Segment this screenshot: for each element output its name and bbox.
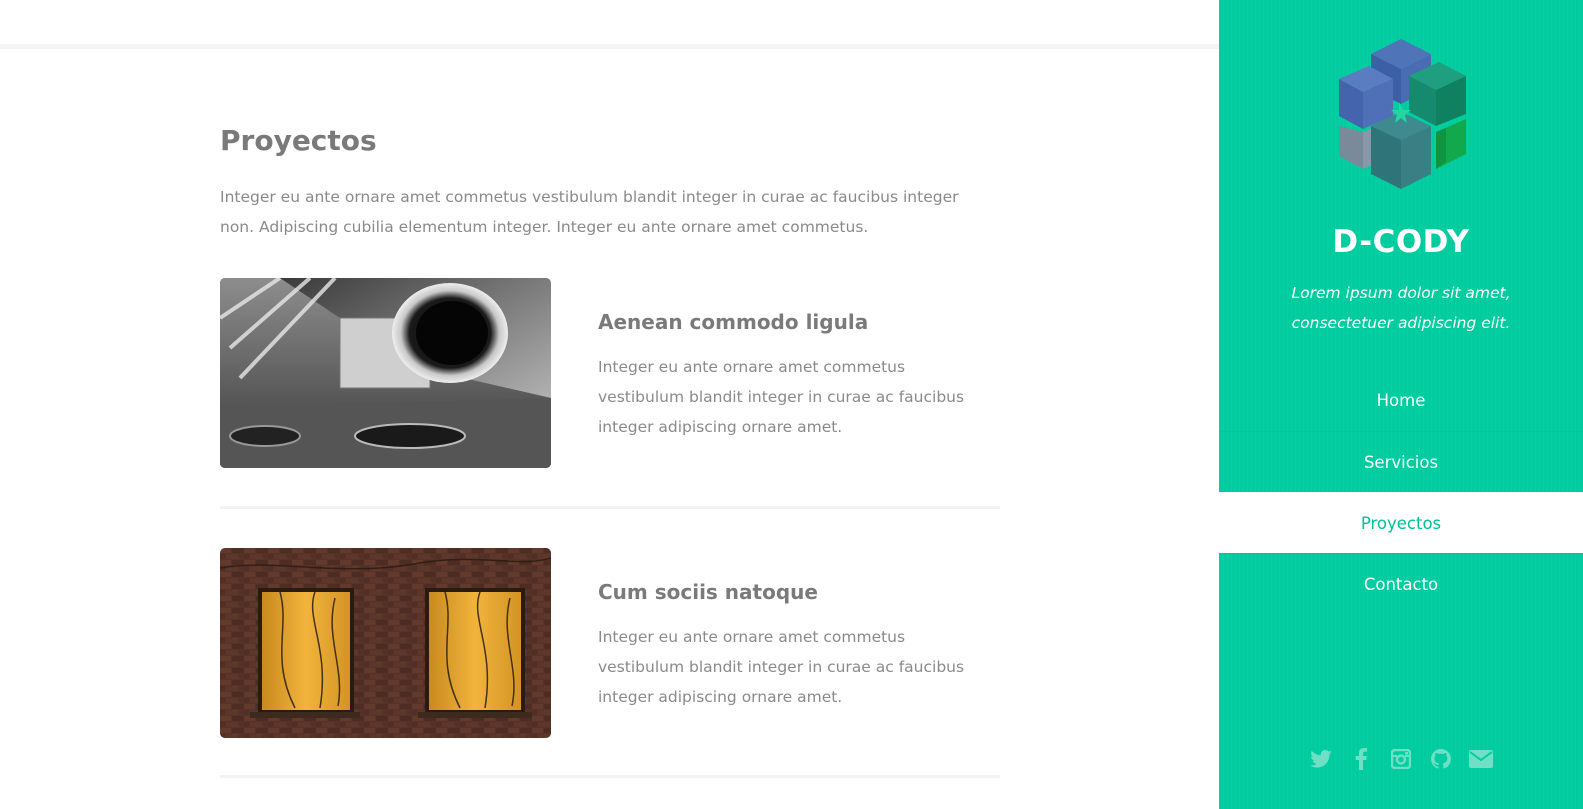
twitter-icon[interactable] <box>1308 746 1334 772</box>
project-text: Integer eu ante ornare amet commetus ves… <box>598 628 965 706</box>
project-title[interactable]: Cum sociis natoque <box>598 580 818 604</box>
brick-windows-image <box>220 548 551 738</box>
nav-item-home[interactable]: Home <box>1219 370 1583 431</box>
jet-engine-image <box>220 278 551 468</box>
facebook-icon[interactable] <box>1348 746 1374 772</box>
project-text: Integer eu ante ornare amet commetus ves… <box>598 358 965 436</box>
brand-name[interactable]: D-CODY <box>1219 224 1583 260</box>
envelope-icon[interactable] <box>1468 746 1494 772</box>
logo[interactable] <box>1331 34 1471 194</box>
project-item[interactable]: Aenean commodo ligula Integer eu ante or… <box>220 278 1000 468</box>
top-rule <box>0 44 1219 49</box>
brand-tagline: Lorem ipsum dolor sit amet, consectetuer… <box>1291 284 1511 332</box>
divider <box>220 775 1000 778</box>
sidebar-nav: Home Servicios Proyectos Contacto <box>1219 370 1583 614</box>
cubes-logo-icon <box>1339 39 1466 189</box>
project-item[interactable]: Cum sociis natoque Integer eu ante ornar… <box>220 548 1000 738</box>
instagram-icon[interactable] <box>1388 746 1414 772</box>
divider <box>220 506 1000 509</box>
page-title: Proyectos <box>220 124 377 157</box>
nav-item-servicios[interactable]: Servicios <box>1219 431 1583 492</box>
nav-item-proyectos[interactable]: Proyectos <box>1219 492 1583 553</box>
social-links <box>1219 746 1583 772</box>
page-intro: Integer eu ante ornare amet commetus ves… <box>220 188 959 236</box>
github-icon[interactable] <box>1428 746 1454 772</box>
project-image-brick-windows[interactable] <box>220 548 551 738</box>
page: Proyectos Integer eu ante ornare amet co… <box>0 0 1583 809</box>
project-image-jet-engine[interactable] <box>220 278 551 468</box>
project-title[interactable]: Aenean commodo ligula <box>598 310 868 334</box>
sidebar: D-CODY Lorem ipsum dolor sit amet, conse… <box>1219 0 1583 809</box>
nav-item-contacto[interactable]: Contacto <box>1219 553 1583 614</box>
